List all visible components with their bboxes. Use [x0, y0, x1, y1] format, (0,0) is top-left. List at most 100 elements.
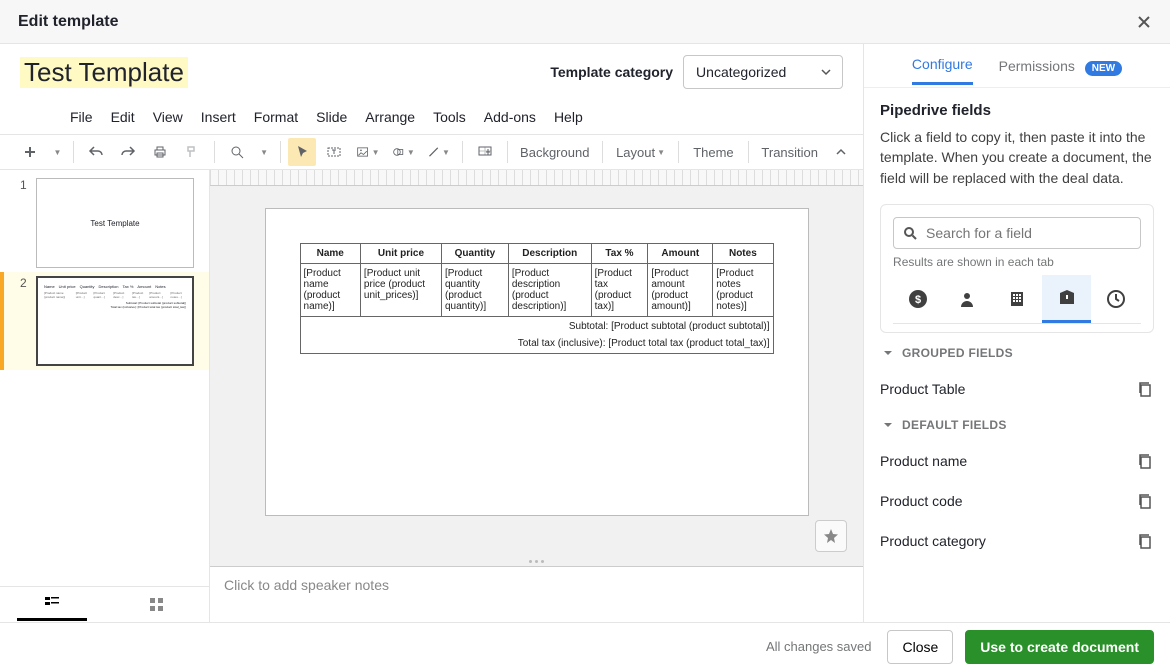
theme-button[interactable]: Theme — [687, 138, 739, 166]
tab-permissions[interactable]: Permissions NEW — [999, 48, 1122, 84]
transition-button[interactable]: Transition — [756, 138, 823, 166]
undo-button[interactable] — [82, 138, 110, 166]
new-slide-dropdown[interactable] — [48, 138, 65, 166]
background-button[interactable]: Background — [516, 138, 594, 166]
menu-insert[interactable]: Insert — [201, 109, 236, 125]
copy-icon[interactable] — [1136, 492, 1154, 510]
slide-thumbnail-1[interactable]: 1 Test Template — [0, 174, 209, 272]
menu-help[interactable]: Help — [554, 109, 583, 125]
textbox-tool[interactable] — [320, 138, 348, 166]
toolbar: Background Layout Theme Transition — [0, 134, 863, 170]
menu-format[interactable]: Format — [254, 109, 298, 125]
tab-configure[interactable]: Configure — [912, 46, 973, 85]
new-slide-button[interactable] — [16, 138, 44, 166]
layout-button[interactable]: Layout — [611, 138, 671, 166]
grouped-fields-header[interactable]: GROUPED FIELDS — [880, 345, 1154, 361]
grouped-fields-label: GROUPED FIELDS — [902, 346, 1013, 360]
menu-slide[interactable]: Slide — [316, 109, 347, 125]
menu-edit[interactable]: Edit — [111, 109, 135, 125]
copy-icon[interactable] — [1136, 532, 1154, 550]
document-menu: File Edit View Insert Format Slide Arran… — [0, 100, 863, 134]
building-icon — [1007, 289, 1027, 309]
grid-view-icon[interactable] — [122, 590, 192, 620]
field-product-name[interactable]: Product name — [880, 441, 1154, 481]
paint-format-button[interactable] — [178, 138, 206, 166]
filmstrip-view-icon[interactable] — [17, 588, 87, 621]
field-label: Product name — [880, 453, 967, 469]
close-icon[interactable] — [1136, 14, 1152, 30]
table-cell: [Product name (product name)] — [300, 264, 360, 317]
horizontal-ruler — [210, 170, 863, 186]
chevron-down-icon — [880, 417, 896, 433]
image-tool[interactable] — [352, 138, 383, 166]
print-button[interactable] — [146, 138, 174, 166]
table-header: Unit price — [360, 244, 441, 264]
thumbnail-pane: 1 Test Template 2 NameUnit priceQuantity… — [0, 170, 210, 622]
zoom-dropdown[interactable] — [255, 138, 272, 166]
redo-button[interactable] — [114, 138, 142, 166]
chevron-down-icon — [880, 345, 896, 361]
new-badge: NEW — [1085, 61, 1122, 76]
zoom-button[interactable] — [223, 138, 251, 166]
explore-button[interactable] — [815, 520, 847, 552]
create-document-button[interactable]: Use to create document — [965, 630, 1154, 664]
template-category-value: Uncategorized — [696, 64, 786, 80]
table-header: Name — [300, 244, 360, 264]
menu-tools[interactable]: Tools — [433, 109, 466, 125]
default-fields-label: DEFAULT FIELDS — [902, 418, 1007, 432]
toolbar-collapse[interactable] — [827, 138, 855, 166]
table-cell: [Product quantity (product quantity)] — [442, 264, 509, 317]
speaker-notes[interactable]: Click to add speaker notes — [210, 566, 863, 622]
copy-icon[interactable] — [1136, 380, 1154, 398]
field-label: Product code — [880, 493, 963, 509]
table-header: Notes — [713, 244, 773, 264]
icon-tab-deal[interactable]: $ — [893, 275, 943, 323]
icon-tab-product[interactable] — [1042, 275, 1092, 323]
copy-icon[interactable] — [1136, 452, 1154, 470]
icon-tab-organization[interactable] — [992, 275, 1042, 323]
slide-thumbnail-2[interactable]: 2 NameUnit priceQuantityDescriptionTax %… — [0, 272, 209, 370]
field-search-input[interactable] — [924, 224, 1132, 242]
table-header: Amount — [648, 244, 713, 264]
field-label: Product Table — [880, 381, 965, 397]
table-cell: [Product amount (product amount)] — [648, 264, 713, 317]
search-hint: Results are shown in each tab — [893, 255, 1141, 269]
icon-tab-person[interactable] — [943, 275, 993, 323]
modal-footer: All changes saved Close Use to create do… — [0, 622, 1170, 670]
menu-view[interactable]: View — [153, 109, 183, 125]
document-title-row: Test Template Template category Uncatego… — [0, 44, 863, 100]
modal-header: Edit template — [0, 0, 1170, 44]
menu-arrange[interactable]: Arrange — [365, 109, 415, 125]
icon-tab-activity[interactable] — [1091, 275, 1141, 323]
table-header: Description — [508, 244, 591, 264]
field-label: Product category — [880, 533, 986, 549]
table-cell: [Product tax (product tax)] — [591, 264, 648, 317]
menu-file[interactable]: File — [70, 109, 93, 125]
select-tool[interactable] — [288, 138, 316, 166]
search-icon — [902, 225, 918, 241]
product-table: Name Unit price Quantity Description Tax… — [300, 243, 774, 354]
thumb-2-preview: NameUnit priceQuantityDescriptionTax %Am… — [44, 284, 186, 309]
menu-addons[interactable]: Add-ons — [484, 109, 536, 125]
save-status: All changes saved — [766, 639, 872, 654]
field-search[interactable] — [893, 217, 1141, 249]
person-icon — [957, 289, 977, 309]
canvas-area: Name Unit price Quantity Description Tax… — [210, 170, 863, 622]
field-product-code[interactable]: Product code — [880, 481, 1154, 521]
close-button[interactable]: Close — [887, 630, 953, 664]
subtotal-row: Subtotal: [Product subtotal (product sub… — [300, 317, 773, 354]
notes-resize-handle[interactable] — [210, 556, 863, 566]
svg-text:$: $ — [915, 294, 921, 306]
slide-number: 1 — [20, 178, 30, 268]
document-title[interactable]: Test Template — [20, 57, 188, 88]
thumbnail-view-modes — [0, 586, 209, 622]
shape-tool[interactable] — [388, 138, 419, 166]
line-tool[interactable] — [423, 138, 454, 166]
comment-button[interactable] — [471, 138, 499, 166]
total-tax-text: Total tax (inclusive): [Product total ta… — [304, 338, 770, 349]
field-product-table[interactable]: Product Table — [880, 369, 1154, 409]
default-fields-header[interactable]: DEFAULT FIELDS — [880, 417, 1154, 433]
template-category-select[interactable]: Uncategorized — [683, 55, 843, 89]
slide-canvas[interactable]: Name Unit price Quantity Description Tax… — [265, 208, 809, 516]
field-product-category[interactable]: Product category — [880, 521, 1154, 561]
